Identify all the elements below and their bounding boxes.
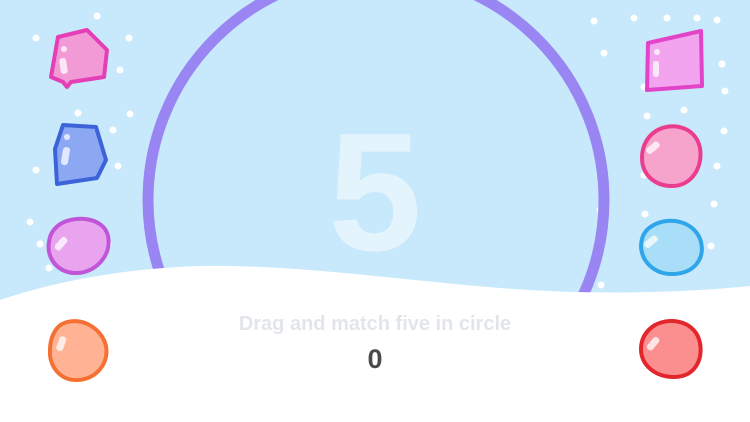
piece-purple-blob[interactable] (46, 216, 111, 276)
piece-cyan-blob[interactable] (638, 218, 704, 277)
piece-pink-blob[interactable] (639, 124, 703, 189)
piece-blue-gem[interactable] (53, 123, 108, 186)
piece-magenta-gem[interactable] (645, 29, 704, 92)
score-counter: 0 (367, 344, 383, 374)
instruction-text: Drag and match five in circle (238, 313, 512, 335)
